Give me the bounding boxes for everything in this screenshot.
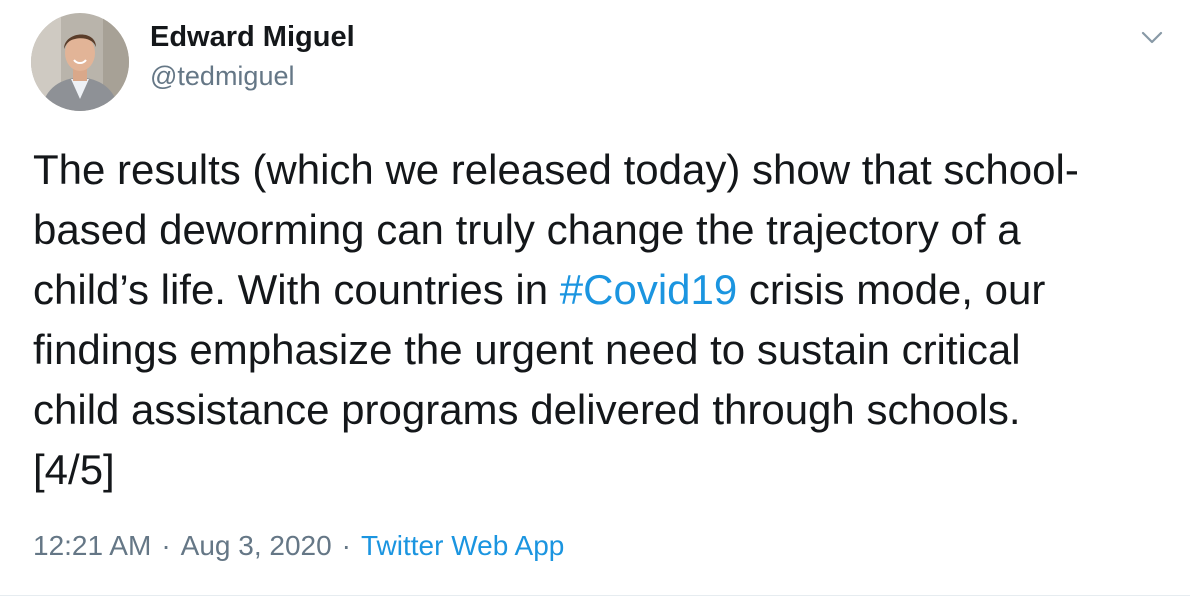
tweet-time[interactable]: 12:21 AM bbox=[33, 530, 151, 561]
chevron-down-icon[interactable] bbox=[1136, 22, 1168, 54]
tweet-card: Edward Miguel @tedmiguel The results (wh… bbox=[0, 0, 1190, 596]
tweet-text: The results (which we released today) sh… bbox=[33, 140, 1163, 500]
avatar[interactable] bbox=[31, 13, 129, 111]
hashtag-link[interactable]: #Covid19 bbox=[560, 266, 737, 313]
author-handle[interactable]: @tedmiguel bbox=[150, 61, 294, 92]
meta-separator: · bbox=[161, 530, 171, 561]
tweet-date[interactable]: Aug 3, 2020 bbox=[181, 530, 332, 561]
tweet-meta: 12:21 AM · Aug 3, 2020 · Twitter Web App bbox=[33, 530, 564, 562]
author-display-name[interactable]: Edward Miguel bbox=[150, 21, 355, 54]
meta-separator: · bbox=[341, 530, 351, 561]
avatar-photo-icon bbox=[31, 13, 129, 111]
tweet-source-link[interactable]: Twitter Web App bbox=[361, 530, 564, 561]
